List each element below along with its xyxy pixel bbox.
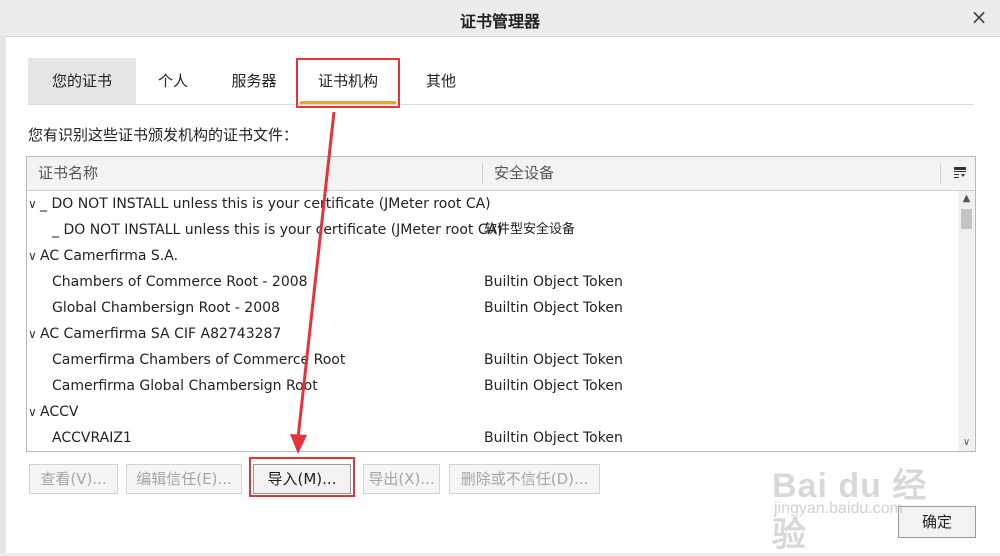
left-edge — [0, 36, 6, 553]
export-button[interactable]: 导出(X)... — [363, 464, 440, 494]
scroll-down-icon[interactable]: ∨ — [958, 435, 975, 451]
ok-button[interactable]: 确定 — [898, 506, 976, 538]
chevron-down-icon[interactable]: ∨ — [28, 191, 39, 217]
column-header-name[interactable]: 证书名称 — [38, 157, 98, 190]
certificate-manager-dialog: 证书管理器 × 您的证书 个人 服务器 证书机构 其他 您有识别这些证书颁发机构… — [0, 0, 1000, 554]
vertical-scrollbar[interactable]: ▲ ∨ — [958, 191, 975, 451]
delete-or-distrust-button[interactable]: 删除或不信任(D)... — [449, 464, 600, 494]
tab-others[interactable]: 其他 — [412, 58, 470, 104]
certificate-tree-table: 证书名称 安全设备 ∨ _ DO NOT INSTALL unless this … — [26, 156, 976, 452]
description-text: 您有识别这些证书颁发机构的证书文件： — [28, 126, 299, 144]
table-row[interactable]: Chambers of Commerce Root - 2008 Builtin… — [27, 269, 957, 295]
table-row[interactable]: ∨ AC Camerfirma SA CIF A82743287 — [27, 321, 957, 347]
chevron-down-icon[interactable]: ∨ — [28, 321, 39, 347]
view-button[interactable]: 查看(V)... — [29, 464, 118, 494]
edit-trust-button[interactable]: 编辑信任(E)... — [126, 464, 242, 494]
tab-personal[interactable]: 个人 — [144, 58, 202, 104]
column-separator — [940, 163, 941, 184]
table-row[interactable]: Global Chambersign Root - 2008 Builtin O… — [27, 295, 957, 321]
chevron-down-icon[interactable]: ∨ — [28, 243, 39, 269]
watermark-url: jingyan.baidu.com — [774, 500, 903, 517]
tab-bar: 您的证书 个人 服务器 证书机构 其他 — [28, 58, 974, 105]
column-separator — [482, 163, 483, 184]
scroll-up-icon[interactable]: ▲ — [958, 191, 975, 207]
dialog-title: 证书管理器 — [459, 12, 540, 31]
tab-your-certificates[interactable]: 您的证书 — [28, 58, 136, 104]
column-header-device[interactable]: 安全设备 — [494, 157, 554, 190]
import-highlight-box — [249, 457, 355, 497]
tab-highlight-box — [296, 58, 400, 108]
table-row[interactable]: _ DO NOT INSTALL unless this is your cer… — [27, 217, 957, 243]
table-row[interactable]: ∨ ACCV — [27, 399, 957, 425]
chevron-down-icon[interactable]: ∨ — [28, 399, 39, 425]
table-row[interactable]: Camerfirma Chambers of Commerce Root Bui… — [27, 347, 957, 373]
table-row[interactable]: ACCVRAIZ1 Builtin Object Token — [27, 425, 957, 451]
table-rows: ∨ _ DO NOT INSTALL unless this is your ce… — [27, 191, 957, 451]
table-row[interactable]: Camerfirma Global Chambersign Root Built… — [27, 373, 957, 399]
close-icon[interactable]: × — [968, 6, 990, 28]
title-bar: 证书管理器 × — [0, 0, 1000, 37]
tab-servers[interactable]: 服务器 — [218, 58, 290, 104]
column-picker-icon[interactable] — [953, 166, 967, 180]
table-row[interactable]: ∨ AC Camerfirma S.A. — [27, 243, 957, 269]
table-row[interactable]: ∨ _ DO NOT INSTALL unless this is your ce… — [27, 191, 957, 217]
table-header: 证书名称 安全设备 — [27, 157, 975, 191]
scrollbar-thumb[interactable] — [961, 209, 972, 229]
